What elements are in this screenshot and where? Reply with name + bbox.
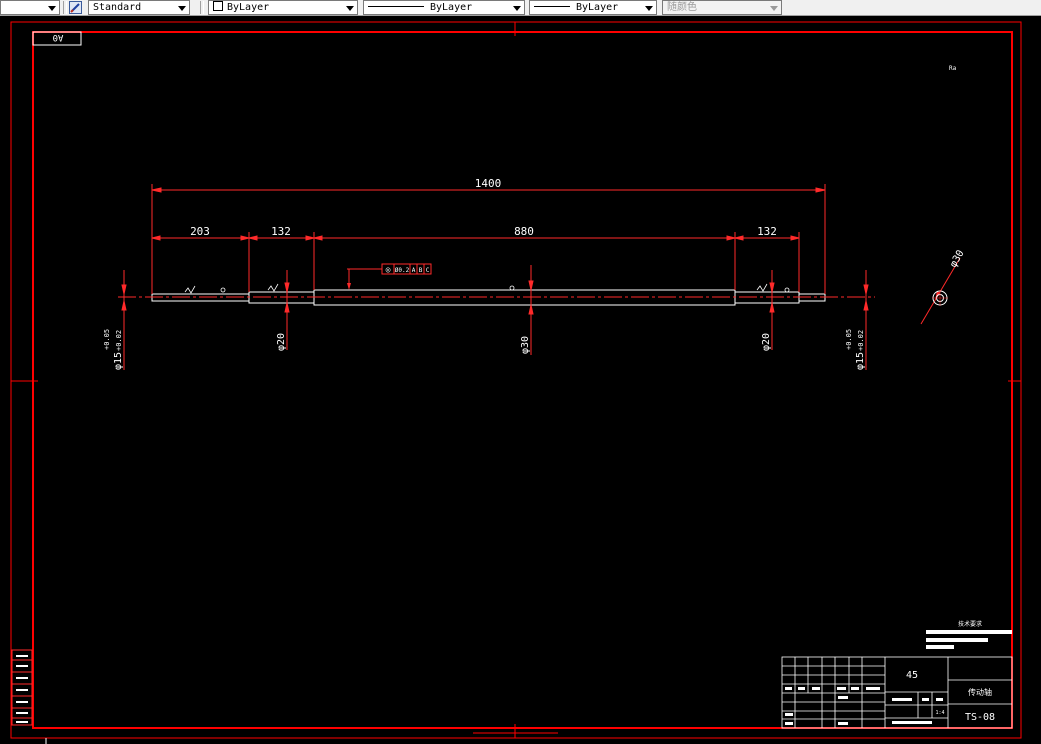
- linetype-dropdown[interactable]: ByLayer: [363, 0, 525, 15]
- chevron-down-icon: [48, 6, 56, 11]
- drawing-canvas[interactable]: A0 Ra 1400 203 132 880 132 φ15 +0.05 +0.…: [0, 17, 1041, 744]
- gdt-datum-a: A: [412, 267, 416, 274]
- lineweight-value: ByLayer: [576, 2, 619, 13]
- dim-right-tol-upper: +0.05: [845, 329, 853, 350]
- plot-style-dropdown[interactable]: 随颜色: [662, 0, 782, 15]
- dim-20-right: φ20: [761, 333, 772, 351]
- sheet-inner-frame: [32, 31, 1013, 729]
- text-style-dropdown[interactable]: Standard: [88, 0, 190, 15]
- title-material: 45: [906, 670, 918, 681]
- dim-right-end-dia: φ15: [855, 352, 866, 370]
- dimension-segments: [151, 232, 800, 292]
- properties-toolbar: Standard ByLayer ByLayer ByLayer 随颜色: [0, 0, 1041, 16]
- dim-seg3-text: 880: [514, 225, 534, 238]
- chevron-down-icon: [346, 6, 354, 11]
- dim-overall-text: 1400: [475, 177, 502, 190]
- dim-seg2-text: 132: [271, 225, 291, 238]
- gdt-tolerance: Ø0.2: [395, 267, 410, 274]
- color-swatch-icon: [213, 1, 223, 11]
- title-scale: 1:4: [935, 710, 944, 716]
- chevron-down-icon: [178, 6, 186, 11]
- linetype-preview: [368, 6, 424, 7]
- dim-section-dia: φ30: [948, 248, 967, 269]
- dim-seg1-text: 203: [190, 225, 210, 238]
- sheet-size-label: A0: [53, 32, 64, 42]
- left-revision-text: [16, 655, 28, 723]
- dim-30: φ30: [520, 336, 531, 354]
- workspace-dropdown[interactable]: [0, 0, 60, 15]
- dim-seg4-text: 132: [757, 225, 777, 238]
- diameter-leaders: [121, 265, 869, 370]
- sheet-outer-border: [10, 21, 1022, 739]
- color-value: ByLayer: [227, 2, 270, 13]
- lineweight-preview: [534, 6, 570, 7]
- text-style-icon[interactable]: [69, 1, 82, 14]
- title-part-name: 传动轴: [968, 687, 992, 697]
- chevron-down-icon: [513, 6, 521, 11]
- dim-left-tol-upper: +0.05: [103, 329, 111, 350]
- dim-left-tol-lower: +0.02: [115, 330, 123, 351]
- title-drawing-no: TS-08: [965, 712, 995, 723]
- technical-requirements: 技术要求: [926, 620, 1012, 649]
- gdt-symbol: ◎: [386, 265, 391, 274]
- centering-marks: [11, 22, 1021, 738]
- plot-style-value: 随颜色: [667, 2, 697, 13]
- lineweight-dropdown[interactable]: ByLayer: [529, 0, 657, 15]
- dim-20-left: φ20: [276, 333, 287, 351]
- text-style-value: Standard: [93, 2, 142, 13]
- chevron-down-icon: [770, 6, 778, 11]
- toolbar-separator: [200, 1, 204, 14]
- toolbar-separator: [63, 1, 67, 14]
- gdt-datum-b: B: [419, 267, 423, 274]
- roughness-note: Ra: [949, 65, 957, 72]
- dim-left-end-dia: φ15: [113, 352, 124, 370]
- gdt-frame: ◎ Ø0.2 A B C: [347, 263, 432, 290]
- tech-req-title: 技术要求: [958, 620, 982, 628]
- linetype-value: ByLayer: [430, 2, 473, 13]
- color-dropdown[interactable]: ByLayer: [208, 0, 358, 15]
- dim-right-tol-lower: +0.02: [857, 330, 865, 351]
- gdt-datum-c: C: [426, 267, 430, 274]
- chevron-down-icon: [645, 6, 653, 11]
